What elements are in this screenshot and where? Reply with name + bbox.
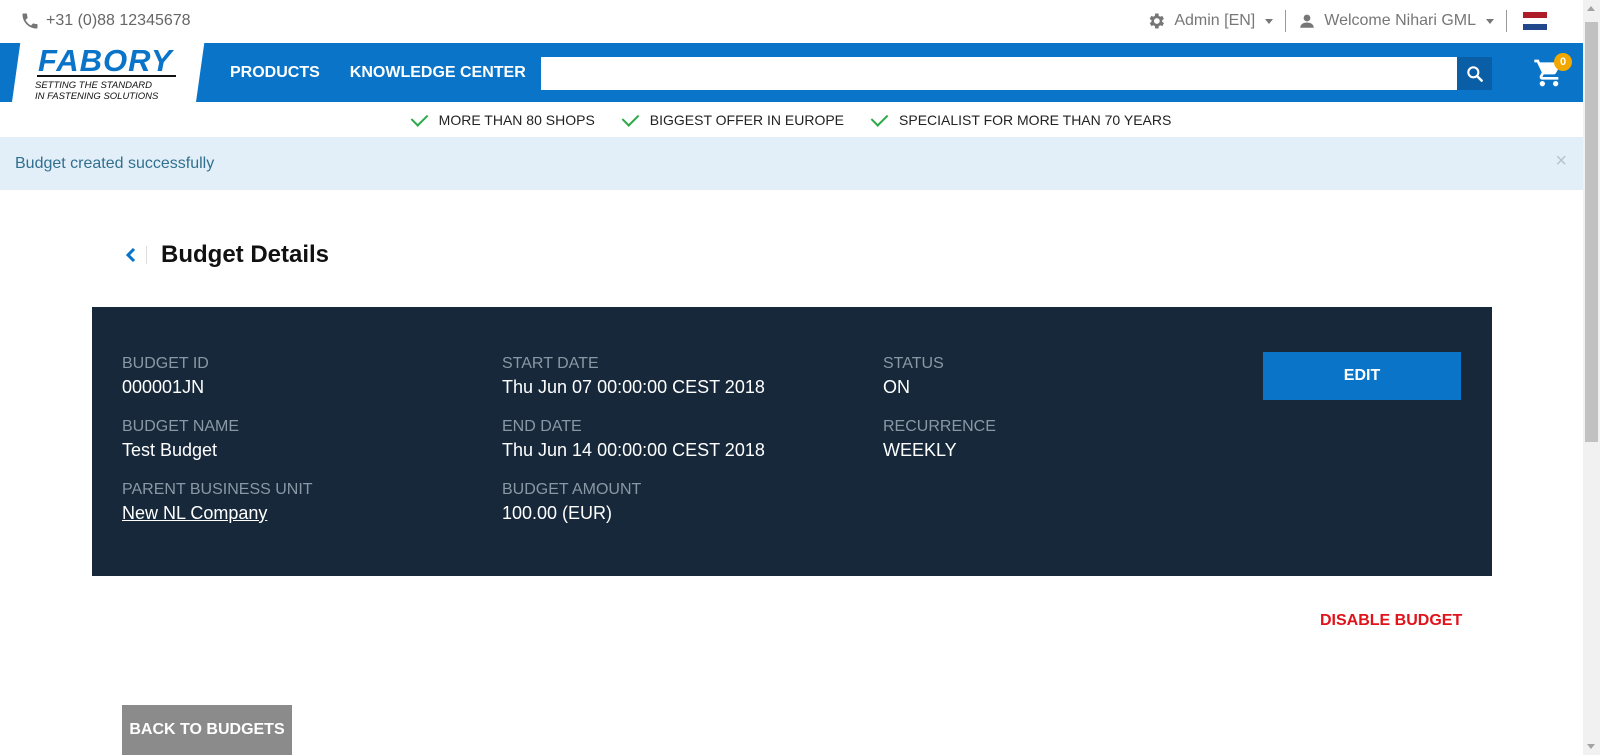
phone-number: +31 (0)88 12345678 — [46, 12, 191, 29]
page: +31 (0)88 12345678 Admin [EN] Welcome Ni… — [0, 0, 1600, 755]
field-label: PARENT BUSINESS UNIT — [122, 481, 313, 498]
cart-button[interactable]: 0 — [1533, 53, 1577, 93]
nav-products[interactable]: PRODUCTS — [230, 64, 320, 82]
field-value: ON — [883, 377, 910, 397]
budget-name-field: BUDGET NAME Test Budget — [122, 418, 239, 461]
divider — [146, 246, 147, 264]
budget-id-field: BUDGET ID 000001JN — [122, 355, 209, 398]
recurrence-field: RECURRENCE WEEKLY — [883, 418, 996, 461]
search-button[interactable] — [1457, 57, 1492, 90]
search-icon — [1466, 65, 1483, 82]
parent-business-unit-field: PARENT BUSINESS UNIT New NL Company — [122, 481, 313, 524]
page-title: Budget Details — [161, 241, 330, 268]
scrollbar[interactable] — [1583, 0, 1600, 755]
close-icon[interactable]: × — [1555, 150, 1567, 173]
chevron-down-icon — [1486, 18, 1494, 24]
field-label: RECURRENCE — [883, 418, 996, 435]
usp-label: MORE THAN 80 SHOPS — [438, 111, 595, 128]
page-header: Budget Details — [122, 241, 329, 269]
budget-details-card: BUDGET ID 000001JN BUDGET NAME Test Budg… — [92, 307, 1492, 576]
usp-bar: MORE THAN 80 SHOPS BIGGEST OFFER IN EURO… — [0, 102, 1583, 137]
field-label: END DATE — [502, 418, 582, 435]
field-value: 000001JN — [122, 377, 205, 397]
gear-icon — [1149, 13, 1165, 29]
welcome-label: Welcome Nihari GML — [1324, 12, 1476, 29]
logo-rule — [37, 75, 176, 77]
admin-language-menu[interactable]: Admin [EN] — [1134, 11, 1285, 31]
scroll-down-icon[interactable] — [1587, 744, 1595, 749]
phone-icon — [22, 13, 38, 29]
field-label: STATUS — [883, 355, 944, 372]
field-label: BUDGET ID — [122, 355, 209, 372]
logo[interactable]: FABORY SETTING THE STANDARD IN FASTENING… — [0, 43, 205, 102]
alert-message: Budget created successfully — [15, 154, 215, 172]
usp-item: SPECIALIST FOR MORE THAN 70 YEARS — [870, 108, 1172, 128]
back-button[interactable] — [122, 243, 140, 267]
budget-amount-field: BUDGET AMOUNT 100.00 (EUR) — [502, 481, 641, 524]
field-label: START DATE — [502, 355, 599, 372]
utility-right: Admin [EN] Welcome Nihari GML — [1134, 9, 1559, 33]
check-icon — [870, 108, 889, 127]
back-to-budgets-button[interactable]: BACK TO BUDGETS — [122, 705, 292, 755]
field-value: Thu Jun 14 00:00:00 CEST 2018 — [502, 440, 765, 460]
end-date-field: END DATE Thu Jun 14 00:00:00 CEST 2018 — [502, 418, 765, 461]
account-menu[interactable]: Welcome Nihari GML — [1286, 12, 1506, 30]
search-input[interactable] — [541, 57, 1457, 90]
logo-tagline: SETTING THE STANDARD IN FASTENING SOLUTI… — [35, 80, 158, 102]
main-header: FABORY SETTING THE STANDARD IN FASTENING… — [0, 43, 1583, 102]
success-alert: Budget created successfully × — [0, 137, 1583, 190]
field-label: BUDGET NAME — [122, 418, 240, 435]
parent-business-unit-link[interactable]: New NL Company — [122, 503, 313, 524]
admin-label: Admin [EN] — [1174, 12, 1256, 29]
start-date-field: START DATE Thu Jun 07 00:00:00 CEST 2018 — [502, 355, 765, 398]
field-value: WEEKLY — [883, 440, 957, 460]
logo-text: FABORY — [38, 43, 173, 78]
cart-count-badge: 0 — [1554, 53, 1572, 71]
field-value: Thu Jun 07 00:00:00 CEST 2018 — [502, 377, 765, 397]
user-icon — [1300, 14, 1314, 28]
check-icon — [621, 108, 640, 127]
usp-item: MORE THAN 80 SHOPS — [410, 108, 595, 128]
phone-contact[interactable]: +31 (0)88 12345678 — [20, 11, 191, 31]
edit-button[interactable]: EDIT — [1263, 352, 1461, 400]
disable-budget-button[interactable]: DISABLE BUDGET — [1320, 612, 1462, 630]
usp-label: SPECIALIST FOR MORE THAN 70 YEARS — [899, 111, 1172, 128]
chevron-left-icon — [125, 248, 136, 262]
logo-tagline-line-1: SETTING THE STANDARD — [35, 80, 152, 91]
usp-label: BIGGEST OFFER IN EUROPE — [649, 111, 845, 128]
nav-knowledge-center[interactable]: KNOWLEDGE CENTER — [350, 64, 526, 82]
scroll-up-icon[interactable] — [1587, 6, 1595, 11]
field-label: BUDGET AMOUNT — [502, 481, 642, 498]
chevron-down-icon — [1265, 18, 1274, 24]
scrollbar-thumb[interactable] — [1585, 22, 1598, 442]
main-nav: PRODUCTS KNOWLEDGE CENTER — [230, 43, 526, 102]
usp-item: BIGGEST OFFER IN EUROPE — [621, 108, 845, 128]
status-field: STATUS ON — [883, 355, 944, 398]
check-icon — [410, 108, 429, 127]
country-selector[interactable] — [1507, 12, 1559, 30]
logo-tagline-line-2: IN FASTENING SOLUTIONS — [35, 91, 159, 102]
utility-bar: +31 (0)88 12345678 Admin [EN] Welcome Ni… — [0, 0, 1583, 43]
netherlands-flag-icon — [1523, 12, 1547, 30]
field-value: Test Budget — [122, 440, 218, 460]
field-value: 100.00 (EUR) — [502, 503, 613, 523]
